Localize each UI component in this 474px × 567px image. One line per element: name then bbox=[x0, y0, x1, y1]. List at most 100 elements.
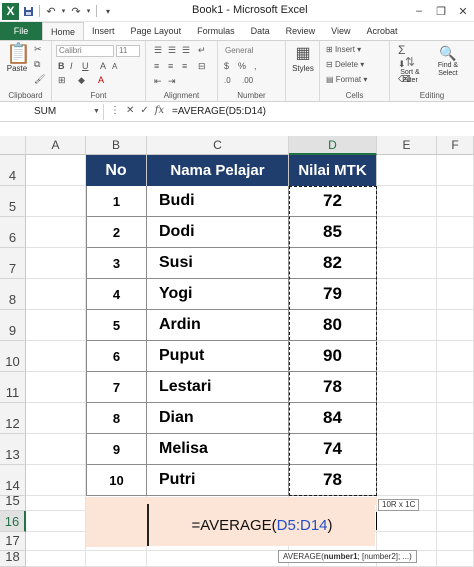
sort-filter-button[interactable]: ⇅ Sort & Filter bbox=[394, 55, 426, 85]
cell[interactable] bbox=[437, 341, 474, 372]
italic-icon[interactable]: I bbox=[70, 61, 73, 71]
cell[interactable] bbox=[26, 186, 86, 217]
font-name-box[interactable]: Calibri bbox=[56, 45, 114, 57]
cell[interactable] bbox=[26, 155, 86, 186]
insert-function-icon[interactable]: fx bbox=[155, 105, 164, 116]
table-cell-name[interactable]: Susi bbox=[147, 248, 289, 279]
table-cell-name[interactable]: Budi bbox=[147, 186, 289, 217]
format-painter-icon[interactable]: 🖌 bbox=[34, 74, 45, 85]
cell[interactable] bbox=[26, 403, 86, 434]
align-center-icon[interactable]: ≡ bbox=[168, 61, 173, 71]
row-header-4[interactable]: 4 bbox=[0, 155, 26, 186]
row-header-5[interactable]: 5 bbox=[0, 186, 26, 217]
tab-formulas[interactable]: Formulas bbox=[189, 22, 243, 40]
cell[interactable] bbox=[437, 155, 474, 186]
fill-color-icon[interactable]: ◆ bbox=[78, 75, 85, 86]
cell[interactable] bbox=[26, 434, 86, 465]
close-icon[interactable]: ✕ bbox=[452, 0, 474, 22]
row-header-16[interactable]: 16 bbox=[0, 511, 26, 532]
table-cell-name[interactable]: Lestari bbox=[147, 372, 289, 403]
row-header-15[interactable]: 15 bbox=[0, 493, 26, 511]
function-arguments-tooltip[interactable]: AVERAGE(number1; [number2]; ...) bbox=[278, 550, 417, 563]
middle-align-icon[interactable]: ☰ bbox=[168, 45, 176, 56]
cell[interactable] bbox=[26, 248, 86, 279]
cell[interactable] bbox=[377, 341, 437, 372]
cell[interactable] bbox=[377, 310, 437, 341]
tab-file[interactable]: File bbox=[0, 22, 42, 40]
row-header-14[interactable]: 14 bbox=[0, 465, 26, 496]
cancel-icon[interactable]: ✕ bbox=[126, 105, 134, 116]
cell[interactable] bbox=[437, 551, 474, 567]
table-cell-name[interactable]: Putri bbox=[147, 465, 289, 496]
tab-review[interactable]: Review bbox=[278, 22, 324, 40]
cell[interactable] bbox=[377, 511, 437, 532]
cell[interactable] bbox=[437, 434, 474, 465]
undo-icon[interactable]: ↶ bbox=[44, 3, 58, 19]
shrink-font-icon[interactable]: A bbox=[112, 62, 117, 71]
tab-page-layout[interactable]: Page Layout bbox=[123, 22, 190, 40]
bold-icon[interactable]: B bbox=[58, 61, 65, 71]
cell[interactable] bbox=[377, 403, 437, 434]
format-cells-button[interactable]: ▤ Format ▾ bbox=[326, 75, 367, 84]
cell[interactable] bbox=[437, 532, 474, 551]
table-cell-name[interactable]: Melisa bbox=[147, 434, 289, 465]
increase-indent-icon[interactable]: ⇥ bbox=[168, 76, 176, 87]
row-header-6[interactable]: 6 bbox=[0, 217, 26, 248]
redo-dropdown-icon[interactable]: ▾ bbox=[85, 3, 92, 19]
name-box[interactable]: SUM bbox=[0, 104, 104, 120]
cut-icon[interactable]: ✂ bbox=[34, 44, 42, 55]
table-cell-name[interactable]: Ardin bbox=[147, 310, 289, 341]
align-left-icon[interactable]: ≡ bbox=[154, 61, 159, 71]
cell[interactable] bbox=[437, 310, 474, 341]
tab-acrobat[interactable]: Acrobat bbox=[358, 22, 405, 40]
name-box-dropdown-icon[interactable]: ▼ bbox=[93, 108, 100, 115]
row-header-9[interactable]: 9 bbox=[0, 310, 26, 341]
table-cell-no[interactable]: 2 bbox=[86, 217, 147, 248]
cell[interactable] bbox=[26, 310, 86, 341]
merge-center-icon[interactable]: ⊟ bbox=[198, 61, 206, 72]
result-label-cell[interactable] bbox=[86, 497, 147, 547]
cell[interactable] bbox=[437, 465, 474, 496]
cell[interactable] bbox=[377, 155, 437, 186]
cell[interactable] bbox=[26, 496, 86, 511]
grow-font-icon[interactable]: A bbox=[100, 61, 106, 71]
cell[interactable] bbox=[437, 279, 474, 310]
cell[interactable] bbox=[377, 279, 437, 310]
enter-icon[interactable]: ✓ bbox=[140, 105, 148, 116]
table-header-nilai-mtk[interactable]: Nilai MTK bbox=[289, 155, 377, 186]
table-cell-name[interactable]: Yogi bbox=[147, 279, 289, 310]
undo-dropdown-icon[interactable]: ▾ bbox=[60, 3, 67, 19]
column-header-a[interactable]: A bbox=[26, 136, 86, 155]
table-cell-score[interactable]: 82 bbox=[289, 248, 377, 279]
paste-button[interactable]: 📋 Paste bbox=[6, 44, 31, 73]
row-header-18[interactable]: 18 bbox=[0, 549, 26, 567]
cell[interactable] bbox=[26, 511, 86, 532]
minimize-icon[interactable]: – bbox=[408, 0, 430, 22]
cell[interactable] bbox=[86, 551, 147, 567]
cell[interactable] bbox=[26, 372, 86, 403]
table-cell-no[interactable]: 4 bbox=[86, 279, 147, 310]
decrease-decimal-icon[interactable]: .00 bbox=[242, 76, 253, 85]
cell[interactable] bbox=[26, 532, 86, 551]
row-header-10[interactable]: 10 bbox=[0, 341, 26, 372]
table-cell-no[interactable]: 7 bbox=[86, 372, 147, 403]
cell[interactable] bbox=[437, 217, 474, 248]
styles-button[interactable]: ▦ Styles bbox=[288, 44, 318, 73]
font-size-box[interactable]: 11 bbox=[116, 45, 140, 57]
cell[interactable] bbox=[437, 511, 474, 532]
cell[interactable] bbox=[26, 341, 86, 372]
decrease-indent-icon[interactable]: ⇤ bbox=[154, 76, 162, 87]
row-header-7[interactable]: 7 bbox=[0, 248, 26, 279]
currency-icon[interactable]: $ bbox=[224, 61, 229, 71]
percent-icon[interactable]: % bbox=[238, 61, 246, 71]
insert-cells-button[interactable]: ⊞ Insert ▾ bbox=[326, 45, 361, 54]
customize-qat-icon[interactable]: ▾ bbox=[101, 3, 115, 19]
table-cell-score[interactable]: 85 bbox=[289, 217, 377, 248]
cell[interactable] bbox=[377, 465, 437, 496]
wrap-text-icon[interactable]: ↵ bbox=[198, 45, 206, 56]
delete-cells-button[interactable]: ⊟ Delete ▾ bbox=[326, 60, 364, 69]
row-header-8[interactable]: 8 bbox=[0, 279, 26, 310]
restore-icon[interactable]: ❐ bbox=[430, 0, 452, 22]
row-header-13[interactable]: 13 bbox=[0, 434, 26, 465]
cell[interactable] bbox=[437, 248, 474, 279]
